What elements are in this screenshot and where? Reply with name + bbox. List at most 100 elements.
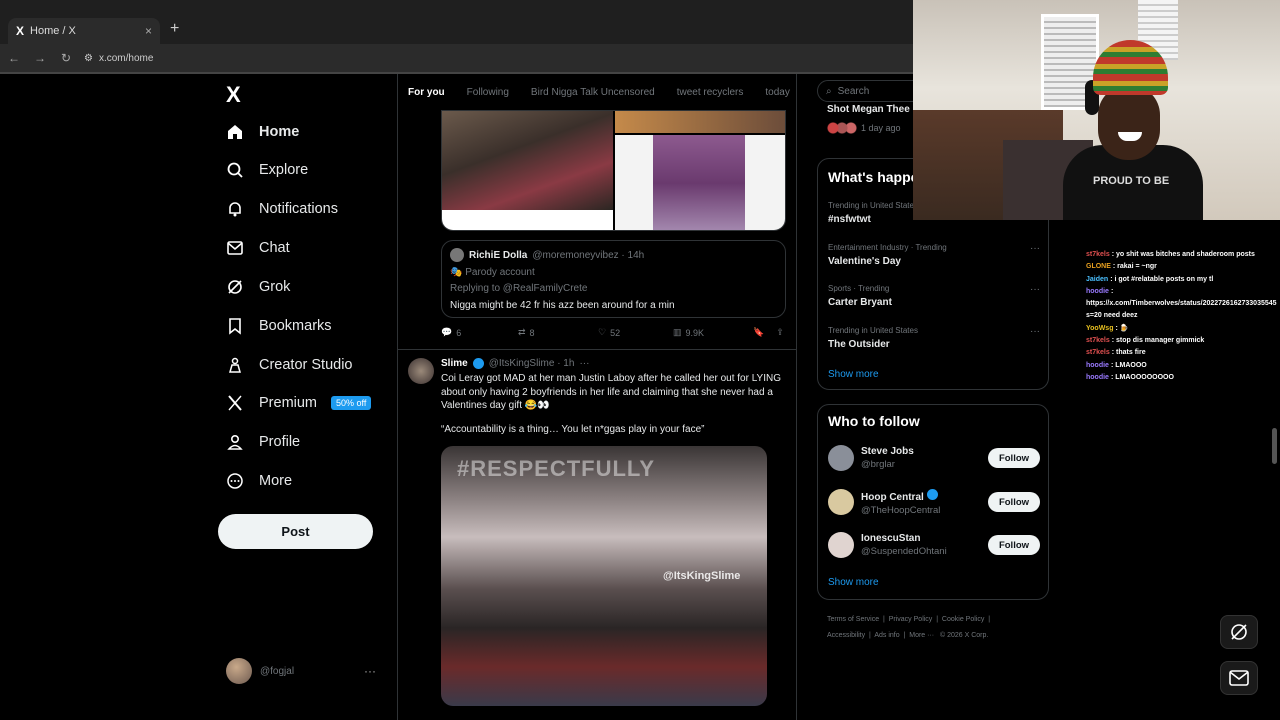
repost-icon: ⇄ [518,327,526,337]
nav-item-profile[interactable]: Profile [226,428,300,456]
nav-item-notifications[interactable]: Notifications [226,195,338,223]
like-button[interactable]: ♡ 52 [598,327,673,338]
x-icon [226,394,244,412]
avatar [828,489,854,515]
nav-item-explore[interactable]: Explore [226,156,308,184]
avatar[interactable] [408,358,434,384]
tab-list-1[interactable]: Bird Nigga Talk Uncensored [531,87,655,98]
nav-item-grok[interactable]: Grok [226,273,290,301]
footer-link[interactable]: Ads info [874,632,899,639]
who-to-follow-title: Who to follow [828,413,920,429]
tab-following[interactable]: Following [467,87,509,98]
trend-meta: Sports · Trending [828,284,890,293]
shirt-text: PROUD TO BE [1093,175,1170,187]
suggestion-name: IonescuStan [861,533,921,544]
scrollbar[interactable] [1272,428,1277,464]
views-button[interactable]: ▥ 9.9K [673,327,753,338]
suggestion-handle: @brglar [861,459,895,470]
trend-snippet-title[interactable]: Shot Megan Thee [827,104,910,115]
trend-item[interactable]: Trending in United States The Outsider ·… [828,326,1040,350]
share-icon[interactable]: ⇪ [776,327,784,338]
new-tab-button[interactable]: + [170,20,179,38]
chat-text: : rakai = ~ngr [1112,263,1157,271]
follow-suggestion[interactable]: Hoop Central @TheHoopCentral Follow [828,487,1040,517]
creator-icon [226,356,244,374]
video-watermark: @ItsKingSlime [663,570,741,582]
chat-username[interactable]: GLONE [1086,263,1111,270]
chat-username[interactable]: hoodie [1086,374,1109,381]
tweet-image[interactable] [615,111,785,133]
forward-icon[interactable]: → [28,51,52,65]
follow-button[interactable]: Follow [988,448,1040,468]
tweet-image[interactable] [615,135,785,230]
more-dots-icon[interactable]: ··· [1030,326,1040,337]
follow-suggestion[interactable]: IonescuStan @SuspendedOhtani Follow [828,530,1040,560]
footer-link[interactable]: Cookie Policy [942,616,984,623]
footer-link[interactable]: More ··· [909,632,934,639]
quoted-tweet[interactable]: RichiE Dolla @moremoneyvibez · 14h 🎭 Par… [441,240,786,318]
footer-link[interactable]: Accessibility [827,632,865,639]
avatar [226,658,252,684]
more-dots-icon[interactable]: ··· [1030,243,1040,254]
url-field[interactable]: ⚙ x.com/home [84,53,153,64]
tweet-image[interactable] [442,111,613,210]
nav-item-creator-studio[interactable]: Creator Studio [226,351,353,379]
browser-tab[interactable]: X Home / X × [8,18,160,44]
nav-item-more[interactable]: More [226,467,292,495]
x-logo-icon[interactable]: X [226,82,241,108]
nav-item-label: Bookmarks [259,318,332,334]
chat-message: hoodie: LMAOOO [1086,360,1280,372]
post-button[interactable]: Post [218,514,373,549]
messages-icon[interactable] [1220,661,1258,695]
follow-suggestion[interactable]: Steve Jobs @brglar Follow [828,443,1040,473]
tab-list-2[interactable]: tweet recyclers [677,87,744,98]
chat-username[interactable]: hoodie [1086,362,1109,369]
tab-for-you[interactable]: For you [408,87,445,98]
close-icon[interactable]: × [145,24,152,38]
account-switcher[interactable]: @fogjal ··· [226,658,376,684]
tweet-image-grid[interactable] [441,110,786,231]
chat-username[interactable]: hoodie [1086,288,1109,295]
nav-item-bookmarks[interactable]: Bookmarks [226,312,332,340]
timeline: For you Following Bird Nigga Talk Uncens… [397,74,797,720]
trend-item[interactable]: Sports · Trending Carter Bryant ··· [828,284,1040,308]
author-handle[interactable]: @ItsKingSlime · 1h [489,358,575,369]
user-handle: @fogjal [260,665,295,677]
footer-link[interactable]: Privacy Policy [889,616,933,623]
footer-link[interactable]: Terms of Service [827,616,879,623]
tweet-video[interactable]: #RESPECTFULLY @ItsKingSlime [441,446,767,706]
chat-message: st7kels: stop dis manager gimmick [1086,335,1280,347]
nav-item-premium[interactable]: Premium 50% off [226,389,372,417]
more-dots-icon[interactable]: ··· [579,358,589,369]
nav-item-home[interactable]: Home [226,118,299,146]
reload-icon[interactable]: ↻ [54,51,78,65]
stream-chat: st7kels: yo shit was bitches and shadero… [1086,249,1280,384]
chat-username[interactable]: st7kels [1086,251,1110,258]
back-icon[interactable]: ← [2,51,26,65]
follow-button[interactable]: Follow [988,492,1040,512]
chat-username[interactable]: Jaiden [1086,276,1108,283]
reply-button[interactable]: 💬 6 [441,327,518,338]
show-more-link[interactable]: Show more [828,369,879,380]
chat-username[interactable]: st7kels [1086,349,1110,356]
chat-username[interactable]: YooWsg [1086,325,1113,332]
show-more-link[interactable]: Show more [828,577,879,588]
trend-item[interactable]: Entertainment Industry · Trending Valent… [828,243,1040,267]
tab-list-3[interactable]: today [765,87,789,98]
chat-text: https://x.com/Timberwolves/status/202272… [1086,300,1277,308]
more-dots-icon[interactable]: ··· [364,664,376,678]
repost-button[interactable]: ⇄ 8 [518,327,598,338]
more-dots-icon[interactable]: ··· [1030,284,1040,295]
nav-item-label: Creator Studio [259,357,353,373]
author-name[interactable]: Slime [441,358,468,369]
site-settings-icon[interactable]: ⚙ [84,53,93,64]
chat-username[interactable]: st7kels [1086,337,1110,344]
grok-icon [226,278,244,296]
follow-button[interactable]: Follow [988,535,1040,555]
grok-icon[interactable] [1220,615,1258,649]
search-icon: ⌕ [826,85,832,97]
bookmark-icon[interactable]: 🔖 [753,327,764,338]
search-icon [226,161,244,179]
nav-item-chat[interactable]: Chat [226,234,290,262]
like-count: 52 [610,327,621,338]
